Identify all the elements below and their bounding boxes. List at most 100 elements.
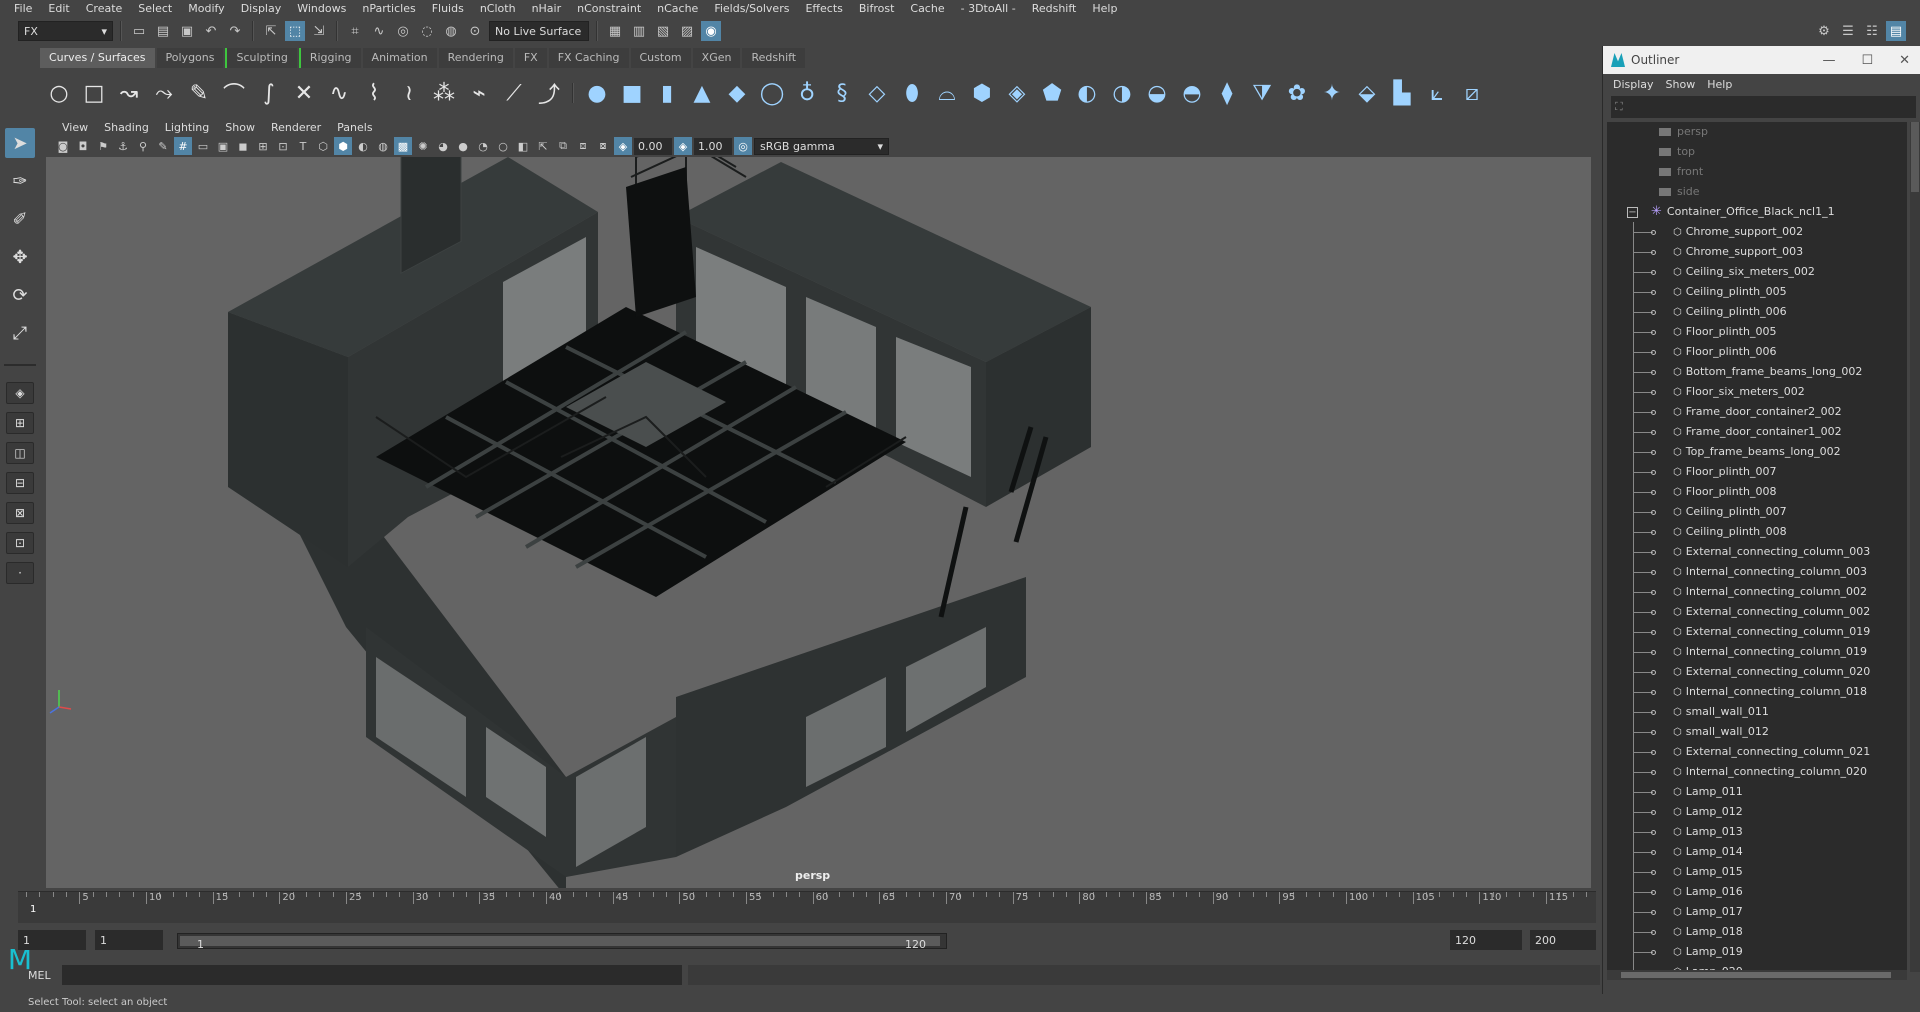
outliner-vertical-scrollbar[interactable] xyxy=(1910,122,1920,972)
view-transform-dropdown[interactable]: sRGB gamma ▾ xyxy=(754,137,889,155)
menu-item-create[interactable]: Create xyxy=(78,0,131,17)
default-material-icon[interactable]: ◐ xyxy=(354,137,372,155)
paint-select-tool-icon[interactable]: ✐ xyxy=(5,204,35,234)
outliner-camera-item[interactable]: side xyxy=(1607,182,1907,202)
outliner-mesh-item[interactable]: ⬡ Floor_plinth_006 xyxy=(1607,342,1907,362)
menu-item-redshift[interactable]: Redshift xyxy=(1024,0,1085,17)
shelf-tab-rendering[interactable]: Rendering xyxy=(438,48,513,68)
revolve-icon[interactable]: ♁ xyxy=(792,78,822,108)
shelf-tab-rigging[interactable]: Rigging xyxy=(298,48,361,68)
curve-attach-icon[interactable]: ✕ xyxy=(289,78,319,108)
select-hierarchy-icon[interactable]: ⇱ xyxy=(261,21,281,41)
open-scene-icon[interactable]: ▤ xyxy=(153,21,173,41)
nurbs-torus-icon[interactable]: ◯ xyxy=(757,78,787,108)
offset-curve-icon[interactable]: ⁂ xyxy=(429,78,459,108)
menu-item-select[interactable]: Select xyxy=(130,0,180,17)
extrude-icon[interactable]: ⬮ xyxy=(897,78,927,108)
playback-start-field[interactable]: 1 xyxy=(95,930,163,950)
motion-blur-icon[interactable]: ◔ xyxy=(474,137,492,155)
menu-item-fields-solvers[interactable]: Fields/Solvers xyxy=(706,0,797,17)
use-all-lights-icon[interactable]: ✺ xyxy=(414,137,432,155)
isolate-select-icon[interactable]: ⇱ xyxy=(534,137,552,155)
smooth-shade-icon[interactable]: ⬢ xyxy=(334,137,352,155)
shelf-tab-polygons[interactable]: Polygons xyxy=(156,48,224,68)
image-plane-icon[interactable]: ⚓ xyxy=(114,137,132,155)
outliner-mesh-item[interactable]: ⬡ Frame_door_container1_002 xyxy=(1607,422,1907,442)
mel-command-input[interactable] xyxy=(62,965,682,985)
select-object-icon[interactable]: ⬚ xyxy=(285,21,305,41)
snap-projected-icon[interactable]: ◌ xyxy=(417,21,437,41)
menu-item-help[interactable]: Help xyxy=(1084,0,1125,17)
animation-end-field[interactable]: 200 xyxy=(1530,930,1596,950)
outliner-mesh-item[interactable]: ⬡ Floor_plinth_005 xyxy=(1607,322,1907,342)
outliner-group-item[interactable]: − ✳ Container_Office_Black_ncl1_1 xyxy=(1607,202,1907,222)
outliner-mesh-item[interactable]: ⬡ Floor_six_meters_002 xyxy=(1607,382,1907,402)
field-chart-icon[interactable]: ⊞ xyxy=(254,137,272,155)
safe-action-icon[interactable]: ⊡ xyxy=(274,137,292,155)
outliner-mesh-item[interactable]: ⬡ Ceiling_plinth_008 xyxy=(1607,522,1907,542)
nurbs-cylinder-icon[interactable]: ▮ xyxy=(652,78,682,108)
move-tool-icon[interactable]: ✥ xyxy=(5,242,35,272)
menu-item-display[interactable]: Display xyxy=(233,0,290,17)
outliner-mesh-item[interactable]: ⬡ Internal_connecting_column_002 xyxy=(1607,582,1907,602)
gamma-icon[interactable]: ◈ xyxy=(674,137,692,155)
nurbs-plane-icon[interactable]: ◆ xyxy=(722,78,752,108)
lasso-tool-icon[interactable]: ✑ xyxy=(5,166,35,196)
film-gate-icon[interactable]: ▭ xyxy=(194,137,212,155)
outliner-mesh-item[interactable]: ⬡ Internal_connecting_column_019 xyxy=(1607,642,1907,662)
outliner-scroll-thumb[interactable] xyxy=(1911,122,1919,192)
outliner-mesh-item[interactable]: ⬡ Lamp_011 xyxy=(1607,782,1907,802)
outliner-camera-item[interactable]: front xyxy=(1607,162,1907,182)
pencil-curve-icon[interactable]: ✎ xyxy=(184,78,214,108)
outliner-mesh-item[interactable]: ⬡ Ceiling_plinth_005 xyxy=(1607,282,1907,302)
curve-detach-icon[interactable]: ∿ xyxy=(324,78,354,108)
shelf-tab-sculpting[interactable]: Sculpting xyxy=(225,48,297,68)
wireframe-on-shaded-icon[interactable]: ◍ xyxy=(374,137,392,155)
outliner-mesh-item[interactable]: ⬡ External_connecting_column_020 xyxy=(1607,662,1907,682)
outliner-menu-show[interactable]: Show xyxy=(1660,78,1702,91)
gamma-field[interactable]: 1.00 xyxy=(694,137,732,155)
menu-item-ncloth[interactable]: nCloth xyxy=(472,0,524,17)
close-icon[interactable]: ✕ xyxy=(1899,53,1910,68)
nurbs-cone-icon[interactable]: ▲ xyxy=(687,78,717,108)
outliner-mesh-item[interactable]: ⬡ Floor_plinth_007 xyxy=(1607,462,1907,482)
snap-point-icon[interactable]: ◎ xyxy=(393,21,413,41)
insert-knot-icon[interactable]: ⌇ xyxy=(359,78,389,108)
outliner-mesh-item[interactable]: ⬡ Lamp_015 xyxy=(1607,862,1907,882)
outliner-search-field[interactable]: ⛶ xyxy=(1611,96,1916,118)
outliner-menu-help[interactable]: Help xyxy=(1701,78,1738,91)
outliner-mesh-item[interactable]: ⬡ External_connecting_column_021 xyxy=(1607,742,1907,762)
nurbs-cube-icon[interactable]: ■ xyxy=(617,78,647,108)
panel-menu-view[interactable]: View xyxy=(54,121,96,134)
panel-menu-renderer[interactable]: Renderer xyxy=(263,121,329,134)
outliner-mesh-item[interactable]: ⬡ Internal_connecting_column_003 xyxy=(1607,562,1907,582)
single-perspective-layout-icon[interactable]: ◈ xyxy=(6,382,34,404)
shelf-tab-curves-surfaces[interactable]: Curves / Surfaces xyxy=(40,48,155,68)
shelf-tab-redshift[interactable]: Redshift xyxy=(742,48,806,68)
snap-curve-icon[interactable]: ∿ xyxy=(369,21,389,41)
outliner-camera-item[interactable]: persp xyxy=(1607,122,1907,142)
panel-menu-lighting[interactable]: Lighting xyxy=(157,121,217,134)
screen-space-ao-icon[interactable]: ● xyxy=(454,137,472,155)
outliner-mesh-item[interactable]: ⬡ Floor_plinth_008 xyxy=(1607,482,1907,502)
ipr-render-icon[interactable]: ▥ xyxy=(629,21,649,41)
nurbs-square-icon[interactable]: □ xyxy=(79,78,109,108)
outliner-mesh-item[interactable]: ⬡ Top_frame_beams_long_002 xyxy=(1607,442,1907,462)
undo-icon[interactable]: ↶ xyxy=(201,21,221,41)
nurbs-circle-icon[interactable]: ○ xyxy=(44,78,74,108)
cv-curve-icon[interactable]: ↝ xyxy=(114,78,144,108)
outliner-mesh-item[interactable]: ⬡ Chrome_support_003 xyxy=(1607,242,1907,262)
loft-icon[interactable]: § xyxy=(827,78,857,108)
ep-curve-icon[interactable]: ⤳ xyxy=(149,78,179,108)
two-d-pan-zoom-icon[interactable]: ⚲ xyxy=(134,137,152,155)
snap-grid-icon[interactable]: ⌗ xyxy=(345,21,365,41)
modeling-toolkit-icon[interactable]: ⚙ xyxy=(1814,21,1834,41)
outliner-camera-item[interactable]: top xyxy=(1607,142,1907,162)
offset-surface-icon[interactable]: ▙ xyxy=(1387,78,1417,108)
menu-item-ncache[interactable]: nCache xyxy=(649,0,706,17)
outliner-mesh-item[interactable]: ⬡ Ceiling_plinth_007 xyxy=(1607,502,1907,522)
scale-tool-icon[interactable]: ⤢ xyxy=(5,318,35,348)
time-slider[interactable]: 1 5 10 15 20 25 30 35 40 45 50 55 60 65 70 75 80 85 90 95 1… xyxy=(18,891,1596,923)
shelf-tab-fx-caching[interactable]: FX Caching xyxy=(548,48,629,68)
shadows-icon[interactable]: ◕ xyxy=(434,137,452,155)
